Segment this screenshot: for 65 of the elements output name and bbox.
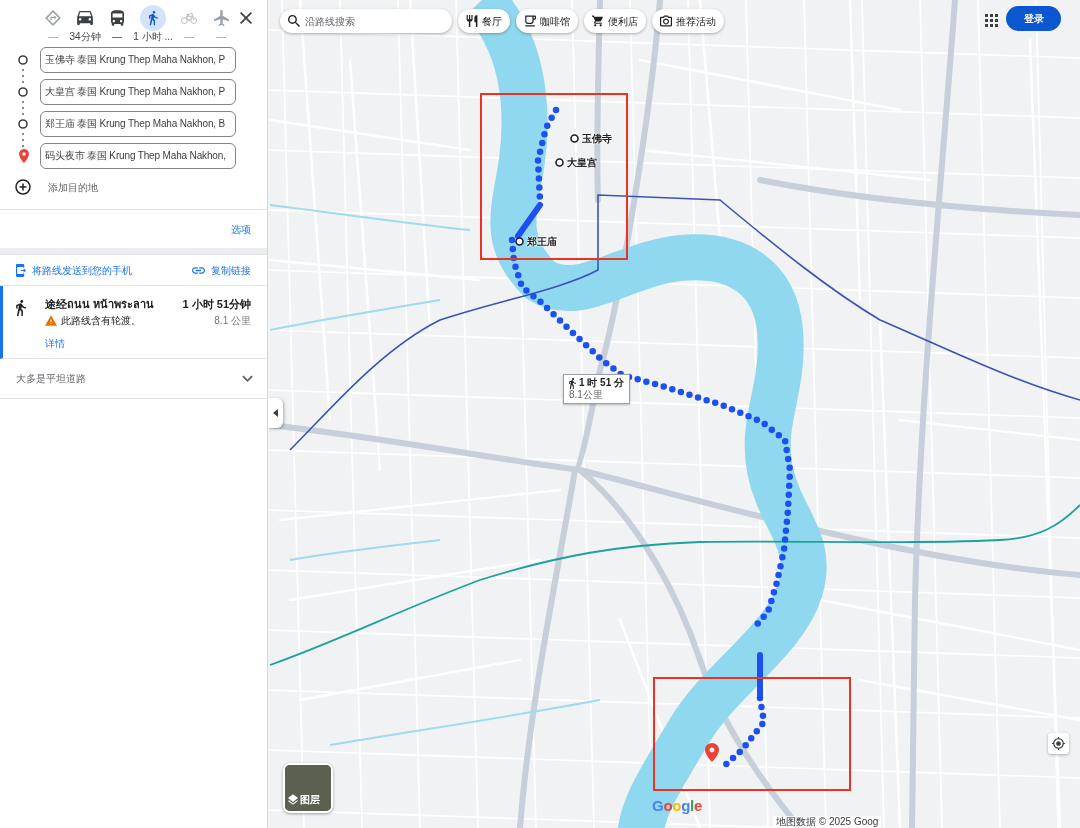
close-icon (240, 12, 252, 24)
destination-pin-icon (705, 743, 719, 762)
diamond-arrow-icon (45, 10, 61, 26)
apps-grid-icon (985, 13, 998, 27)
waypoint-circle-icon (18, 87, 28, 97)
location-input-field[interactable]: 郑王庙 泰国 Krung Thep Maha Nakhon, B (40, 111, 236, 137)
route-duration: 1 小时 51分钟 (182, 297, 251, 311)
travel-mode-tab[interactable]: 1 小时 ... (133, 5, 173, 42)
airplane-icon (213, 10, 229, 26)
route-note-text: 大多是平坦道路 (16, 372, 86, 386)
camera-icon (660, 15, 672, 27)
waypoint-circle-icon (570, 134, 579, 143)
collapse-panel-button[interactable] (268, 398, 283, 428)
bicycle-icon (181, 12, 197, 24)
link-icon (192, 266, 205, 274)
google-logo: Google (652, 797, 702, 815)
route-distance: 8.1 公里 (213, 314, 251, 327)
waypoint-circle-icon (18, 55, 28, 65)
search-field[interactable]: 沿路线搜索 (280, 9, 452, 33)
route-title: 途经ถนน หน้าพระลาน (45, 297, 156, 311)
location-target-icon (1052, 737, 1065, 750)
category-chip[interactable]: 推荐活动 (652, 9, 724, 33)
map-place-label: 郑王庙 (527, 235, 557, 249)
category-chip[interactable]: 咖啡馆 (516, 9, 578, 33)
ferry-warning-text: 此路线含有轮渡。 (61, 314, 141, 327)
my-location-button[interactable] (1048, 733, 1069, 754)
sign-in-button[interactable]: 登录 (1006, 6, 1061, 31)
phone-arrow-icon (16, 263, 26, 277)
add-destination-link[interactable]: 添加目的地 (48, 179, 98, 195)
map-place-label: 玉佛寺 (582, 132, 612, 146)
details-link[interactable]: 详情 (45, 336, 65, 351)
bus-icon (110, 10, 124, 26)
layers-icon (288, 794, 298, 805)
warning-icon (45, 315, 57, 326)
send-to-phone-link[interactable]: 将路线发送到您的手机 (16, 262, 132, 278)
fork-knife-icon (466, 15, 478, 27)
route-tooltip-duration: 1 时 51 分 (579, 377, 625, 389)
walking-person-icon (16, 300, 26, 317)
category-chip[interactable]: 便利店 (584, 9, 646, 33)
car-icon (77, 11, 93, 25)
satellite-thumbnail (285, 765, 331, 811)
waypoint-circle-icon (515, 237, 524, 246)
layers-button[interactable]: 图层 (283, 763, 333, 813)
walking-person-icon (140, 5, 166, 31)
travel-mode-tab[interactable]: — (101, 5, 133, 42)
waypoint-circle-icon (555, 158, 564, 167)
category-chip[interactable]: 餐厅 (458, 9, 510, 33)
waypoint-circle-icon (18, 119, 28, 129)
travel-mode-tab[interactable]: 34分钟 (69, 5, 101, 42)
map-place-label: 大皇宫 (567, 156, 597, 170)
cart-icon (592, 15, 604, 27)
copy-link-button[interactable]: 复制链接 (192, 262, 251, 278)
walking-person-icon (569, 377, 576, 389)
options-link[interactable]: 选项 (231, 221, 251, 237)
add-circle-icon (15, 179, 31, 195)
destination-pin-icon (19, 149, 29, 163)
cup-icon (524, 15, 536, 27)
location-input-field[interactable]: 码头夜市 泰国 Krung Thep Maha Nakhon, (40, 143, 236, 169)
caret-left-icon (273, 409, 278, 417)
location-input-field[interactable]: 玉佛寺 泰国 Krung Thep Maha Nakhon, P (40, 47, 236, 73)
search-input[interactable]: 沿路线搜索 (305, 13, 445, 29)
map-attribution: 地图数据 © 2025 Goog (773, 816, 882, 828)
location-input-field[interactable]: 大皇宫 泰国 Krung Thep Maha Nakhon, P (40, 79, 236, 105)
route-tooltip-distance: 8.1公里 (569, 389, 604, 401)
search-icon (288, 15, 300, 27)
